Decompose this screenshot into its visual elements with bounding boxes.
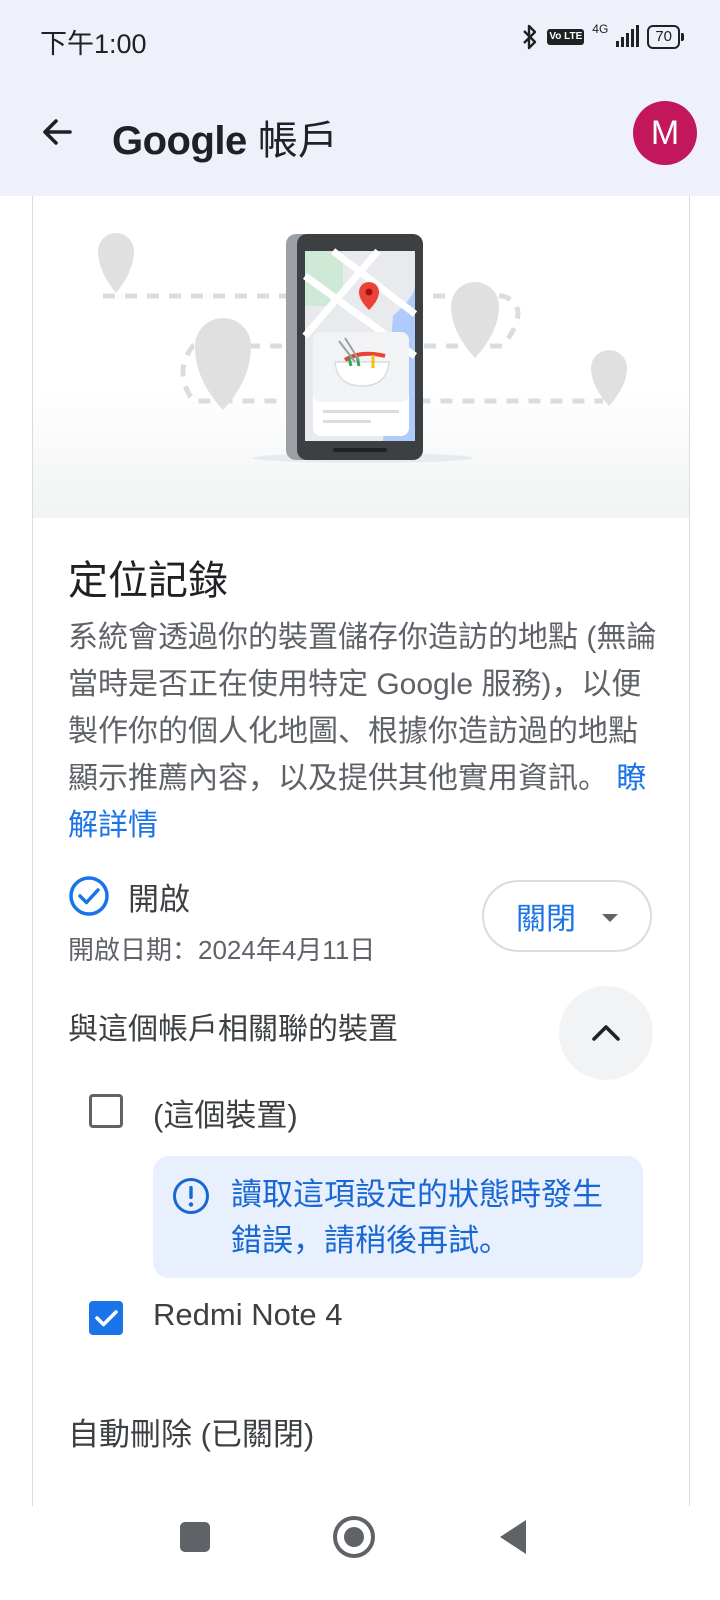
home-icon[interactable] xyxy=(333,1516,375,1558)
setting-status: 開啟 xyxy=(68,874,190,918)
volte-icon: Vo LTE xyxy=(547,29,585,45)
recent-apps-icon[interactable] xyxy=(180,1522,210,1552)
status-bar: 下午1:00 Vo LTE 4G 70 xyxy=(0,0,720,80)
section-description: 系統會透過你的裝置儲存你造訪的地點 (無論當時是否正在使用特定 Google 服… xyxy=(68,614,658,849)
network-type: 4G xyxy=(592,22,609,36)
devices-heading: 與這個帳戶相關聯的裝置 xyxy=(68,1013,398,1046)
status-label: 開啟 xyxy=(128,881,190,917)
map-pin-icon xyxy=(195,318,251,410)
location-history-card: 定位記錄 系統會透過你的裝置儲存你造訪的地點 (無論當時是否正在使用特定 Goo… xyxy=(32,196,690,1506)
battery-icon: 70 xyxy=(647,25,684,49)
app-bar: Google 帳戶 M xyxy=(0,88,720,178)
device-label: Redmi Note 4 xyxy=(153,1297,343,1332)
enabled-date: 開啟日期：2024年4月11日 xyxy=(68,935,376,965)
signal-icon xyxy=(616,25,640,47)
error-alert: 讀取這項設定的狀態時發生錯誤，請稍後再試。 xyxy=(153,1156,643,1278)
this-device-checkbox[interactable] xyxy=(89,1094,123,1128)
page-title-suffix: 帳戶 xyxy=(246,119,338,163)
redmi-note-4-checkbox[interactable] xyxy=(89,1301,123,1335)
description-text: 系統會透過你的裝置儲存你造訪的地點 (無論當時是否正在使用特定 Google 服… xyxy=(68,621,657,795)
error-message: 讀取這項設定的狀態時發生錯誤，請稍後再試。 xyxy=(231,1177,603,1258)
turn-off-dropdown-button[interactable]: 關閉 xyxy=(482,880,652,952)
back-triangle-icon[interactable] xyxy=(500,1520,526,1554)
chevron-up-icon xyxy=(592,1025,620,1041)
status-icons: Vo LTE 4G 70 xyxy=(521,22,684,52)
section-title: 定位記錄 xyxy=(68,559,228,603)
status-time: 下午1:00 xyxy=(40,29,147,59)
page-title: Google 帳戶 xyxy=(112,108,338,166)
location-history-illustration xyxy=(33,196,689,518)
top-app-header: 下午1:00 Vo LTE 4G 70 Google 帳戶 M xyxy=(0,0,720,196)
dropdown-arrow-icon xyxy=(602,914,618,922)
info-icon xyxy=(173,1178,209,1214)
map-phone-illustration xyxy=(98,233,627,463)
auto-delete-setting[interactable]: 自動刪除 (已關閉) xyxy=(68,1409,314,1454)
map-pin-icon xyxy=(98,233,134,293)
turn-off-label: 關閉 xyxy=(516,903,576,936)
google-wordmark: Google xyxy=(112,119,247,163)
map-pin-icon xyxy=(591,350,627,406)
checkmark-icon xyxy=(95,1310,118,1327)
device-label: (這個裝置) xyxy=(153,1098,298,1133)
bluetooth-icon xyxy=(523,24,537,50)
collapse-button[interactable] xyxy=(559,986,653,1080)
check-circle-icon xyxy=(69,876,109,916)
account-avatar[interactable]: M xyxy=(633,101,697,165)
arrow-back-icon[interactable] xyxy=(36,110,80,154)
